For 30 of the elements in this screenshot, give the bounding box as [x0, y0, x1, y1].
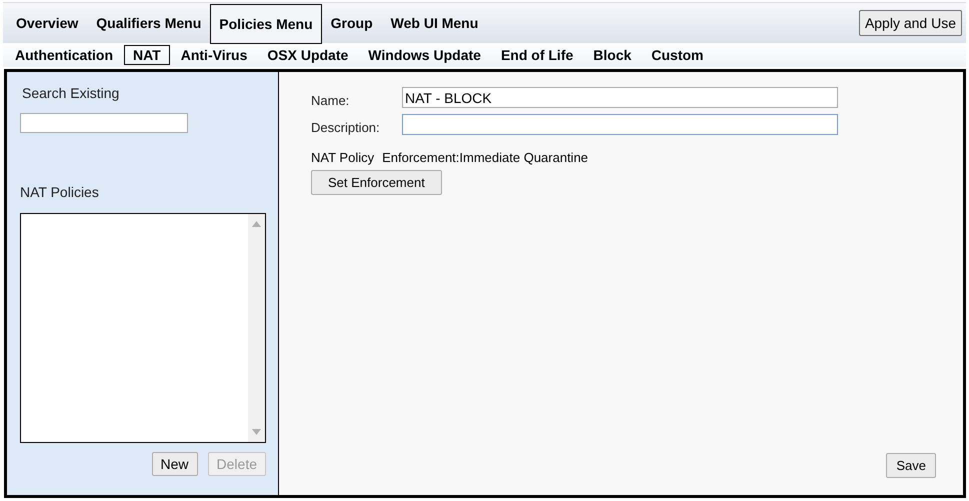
- menu-item[interactable]: Qualifiers Menu: [87, 3, 210, 43]
- field-label: Name:: [311, 93, 350, 108]
- scroll-up-icon[interactable]: [252, 221, 261, 227]
- search-label: Search Existing: [22, 85, 120, 101]
- new-button[interactable]: New: [152, 452, 198, 476]
- tab[interactable]: Block: [584, 45, 640, 65]
- scroll-down-icon[interactable]: [252, 429, 261, 435]
- menu-item[interactable]: Web UI Menu: [382, 3, 488, 43]
- set-enforcement-button[interactable]: Set Enforcement: [311, 170, 442, 195]
- field-label: Description:: [311, 120, 381, 135]
- tab[interactable]: NAT: [124, 45, 170, 65]
- apply-and-use-button[interactable]: Apply and Use: [858, 10, 962, 36]
- tab[interactable]: Custom: [642, 45, 713, 65]
- save-button[interactable]: Save: [886, 453, 936, 478]
- tab[interactable]: Windows Update: [359, 45, 490, 65]
- menu-item[interactable]: Policies Menu: [210, 4, 322, 44]
- tab[interactable]: Anti-Virus: [172, 45, 256, 65]
- tab[interactable]: Authentication: [6, 45, 122, 65]
- list-label: NAT Policies: [20, 184, 99, 200]
- tab[interactable]: End of Life: [492, 45, 582, 65]
- scrollbar[interactable]: [248, 214, 265, 442]
- menu-item[interactable]: Overview: [7, 3, 88, 43]
- tab[interactable]: OSX Update: [258, 45, 358, 65]
- policy-list[interactable]: [20, 213, 266, 443]
- input-field[interactable]: NAT - BLOCK: [402, 87, 838, 108]
- search-field[interactable]: [20, 113, 188, 133]
- menu-item[interactable]: Group: [322, 3, 382, 43]
- enforcement-text: Enforcement:Immediate Quarantine: [382, 150, 588, 165]
- input-field[interactable]: [402, 114, 838, 135]
- policy-label: NAT Policy: [311, 150, 374, 165]
